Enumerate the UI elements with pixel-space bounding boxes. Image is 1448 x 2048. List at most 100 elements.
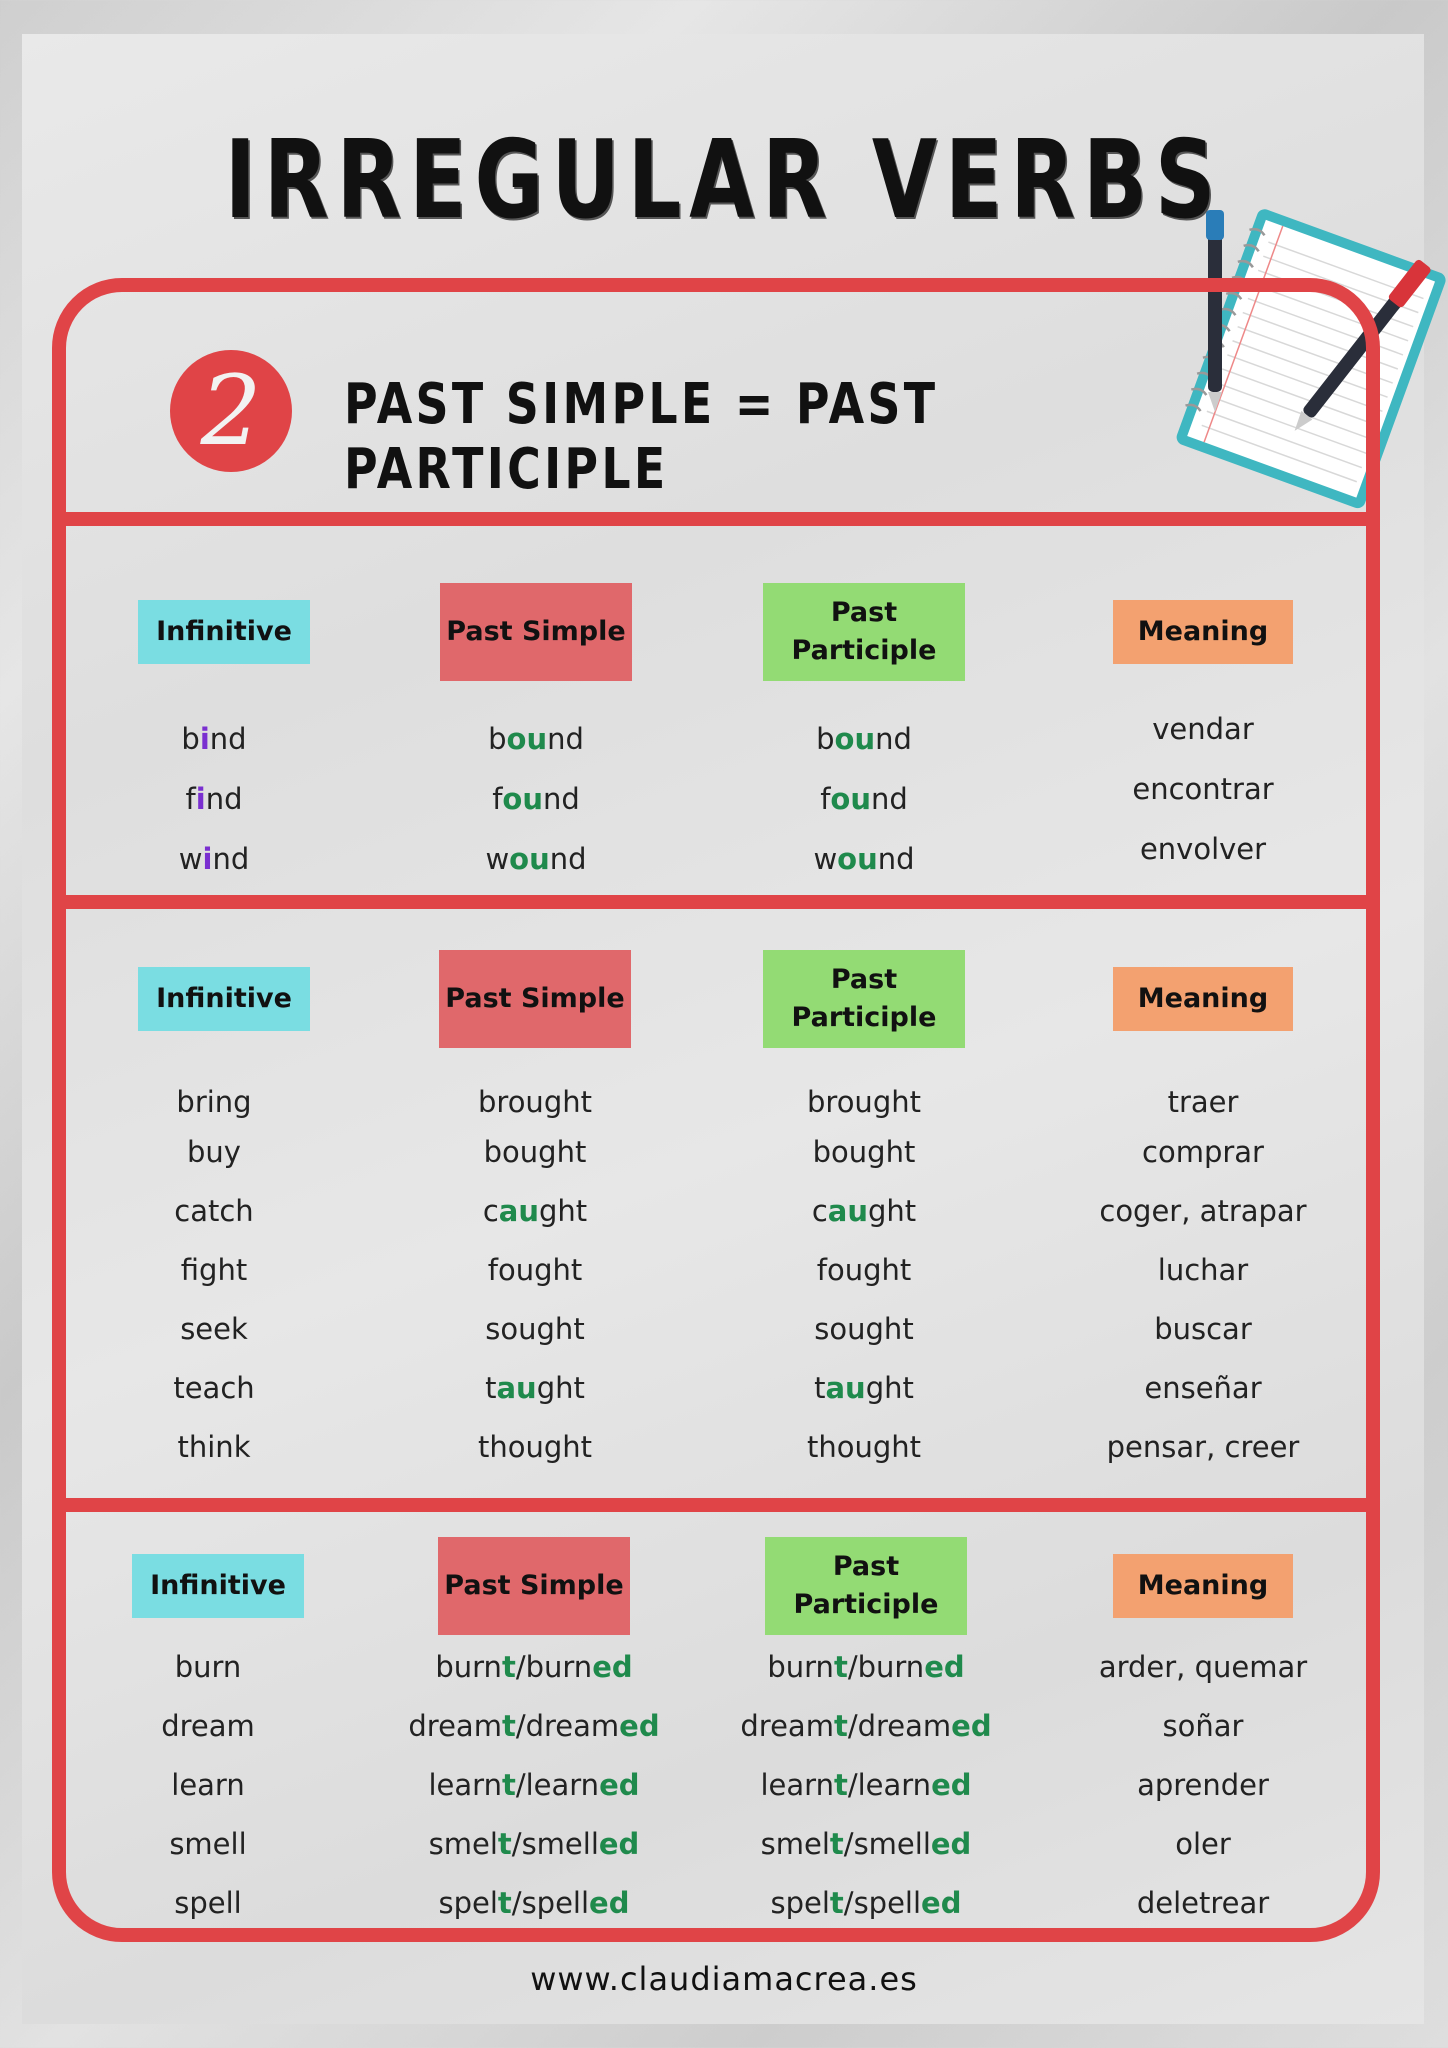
past-simple-cell: bought (483, 1135, 587, 1169)
header-past-participle: Past Participle (765, 1537, 967, 1635)
highlighted-letters: ed (599, 1768, 640, 1802)
highlighted-letters: t (833, 1709, 848, 1743)
meaning-cell: traer (1167, 1085, 1239, 1119)
meaning-cell: coger, atrapar (1099, 1194, 1307, 1228)
header-meaning-label: Meaning (1137, 616, 1269, 647)
header-past-simple-label: Past Simple (444, 1570, 624, 1601)
past-simple-cell: sought (485, 1312, 585, 1346)
past-simple-cell: bound (488, 722, 584, 756)
highlighted-letters: au (498, 1194, 539, 1228)
past-participle-cell: brought (807, 1085, 921, 1119)
infinitive-cell: spell (174, 1886, 242, 1920)
meaning-cell: envolver (1139, 832, 1267, 866)
past-participle-cell: dreamt/dreamed (740, 1709, 992, 1743)
past-simple-cell: thought (477, 1430, 593, 1464)
highlighted-letters: ed (921, 1886, 962, 1920)
header-past-simple: Past Simple (440, 583, 632, 681)
highlighted-letters: ed (931, 1768, 972, 1802)
past-simple-cell: taught (485, 1371, 585, 1405)
past-simple-cell: fought (487, 1253, 583, 1287)
infinitive-cell: teach (173, 1371, 255, 1405)
highlighted-letters: i (195, 782, 206, 816)
meaning-cell: soñar (1162, 1709, 1244, 1743)
highlighted-letters: t (497, 1886, 512, 1920)
infinitive-cell: buy (187, 1135, 241, 1169)
infinitive-cell: bind (181, 722, 247, 756)
past-participle-cell: fought (816, 1253, 912, 1287)
highlighted-letters: au (827, 1194, 868, 1228)
meaning-cell: deletrear (1136, 1886, 1270, 1920)
highlighted-letters: t (829, 1886, 844, 1920)
header-past-participle-label: Past Participle (791, 597, 937, 666)
page-title: IRREGULAR VERBS (224, 118, 1224, 243)
past-simple-cell: spelt/spelled (438, 1886, 630, 1920)
highlighted-letters: ou (509, 842, 550, 876)
past-simple-cell: learnt/learned (428, 1768, 640, 1802)
highlighted-letters: t (497, 1827, 512, 1861)
header-meaning: Meaning (1113, 600, 1293, 664)
past-participle-cell: taught (814, 1371, 914, 1405)
highlighted-letters: ou (506, 722, 548, 756)
header-infinitive-label: Infinitive (150, 1570, 286, 1601)
highlighted-letters: ed (592, 1650, 633, 1684)
highlighted-letters: i (199, 722, 210, 756)
past-participle-cell: smelt/smelled (760, 1827, 972, 1861)
past-participle-cell: burnt/burned (767, 1650, 965, 1684)
infinitive-cell: burn (174, 1650, 242, 1684)
past-participle-cell: learnt/learned (760, 1768, 972, 1802)
past-simple-cell: burnt/burned (435, 1650, 633, 1684)
highlighted-letters: ed (619, 1709, 660, 1743)
website-footer: www.claudiamacrea.es (530, 1960, 918, 1998)
past-participle-cell: thought (806, 1430, 922, 1464)
highlighted-letters: ou (834, 722, 876, 756)
highlighted-letters: ed (951, 1709, 992, 1743)
header-past-participle-label: Past Participle (791, 964, 937, 1033)
header-meaning: Meaning (1113, 1554, 1293, 1618)
highlighted-letters: t (501, 1709, 516, 1743)
header-past-simple-label: Past Simple (446, 616, 626, 647)
past-participle-cell: caught (811, 1194, 917, 1228)
highlighted-letters: ed (924, 1650, 965, 1684)
highlighted-letters: t (833, 1650, 848, 1684)
highlighted-letters: t (501, 1650, 516, 1684)
divider (60, 1498, 1374, 1512)
infinitive-cell: wind (178, 842, 250, 876)
past-participle-cell: wound (813, 842, 915, 876)
past-simple-cell: wound (485, 842, 587, 876)
past-participle-cell: bought (812, 1135, 916, 1169)
past-simple-cell: smelt/smelled (428, 1827, 640, 1861)
infinitive-cell: learn (171, 1768, 245, 1802)
meaning-cell: encontrar (1132, 772, 1274, 806)
header-infinitive: Infinitive (138, 600, 310, 664)
highlighted-letters: t (501, 1768, 516, 1802)
past-simple-cell: found (492, 782, 580, 816)
header-past-simple: Past Simple (439, 950, 631, 1048)
header-past-participle: Past Participle (763, 950, 965, 1048)
meaning-cell: oler (1175, 1827, 1231, 1861)
group-number-badge: 2 (170, 350, 292, 472)
meaning-cell: comprar (1142, 1135, 1264, 1169)
meaning-cell: buscar (1154, 1312, 1252, 1346)
past-participle-cell: spelt/spelled (770, 1886, 962, 1920)
header-past-simple: Past Simple (438, 1537, 630, 1635)
header-meaning-label: Meaning (1137, 983, 1269, 1014)
highlighted-letters: au (496, 1371, 537, 1405)
highlighted-letters: ou (837, 842, 878, 876)
infinitive-cell: smell (169, 1827, 247, 1861)
past-simple-cell: dreamt/dreamed (408, 1709, 660, 1743)
header-past-participle: Past Participle (763, 583, 965, 681)
header-infinitive-label: Infinitive (156, 983, 292, 1014)
highlighted-letters: ou (830, 782, 871, 816)
header-infinitive: Infinitive (132, 1554, 304, 1618)
infinitive-cell: catch (174, 1194, 254, 1228)
highlighted-letters: ou (502, 782, 543, 816)
infinitive-cell: seek (180, 1312, 248, 1346)
highlighted-letters: au (825, 1371, 866, 1405)
past-participle-cell: found (820, 782, 908, 816)
infinitive-cell: find (185, 782, 243, 816)
infinitive-cell: fight (180, 1253, 248, 1287)
highlighted-letters: t (829, 1827, 844, 1861)
meaning-cell: pensar, creer (1106, 1430, 1300, 1464)
meaning-cell: luchar (1157, 1253, 1249, 1287)
infinitive-cell: bring (176, 1085, 252, 1119)
